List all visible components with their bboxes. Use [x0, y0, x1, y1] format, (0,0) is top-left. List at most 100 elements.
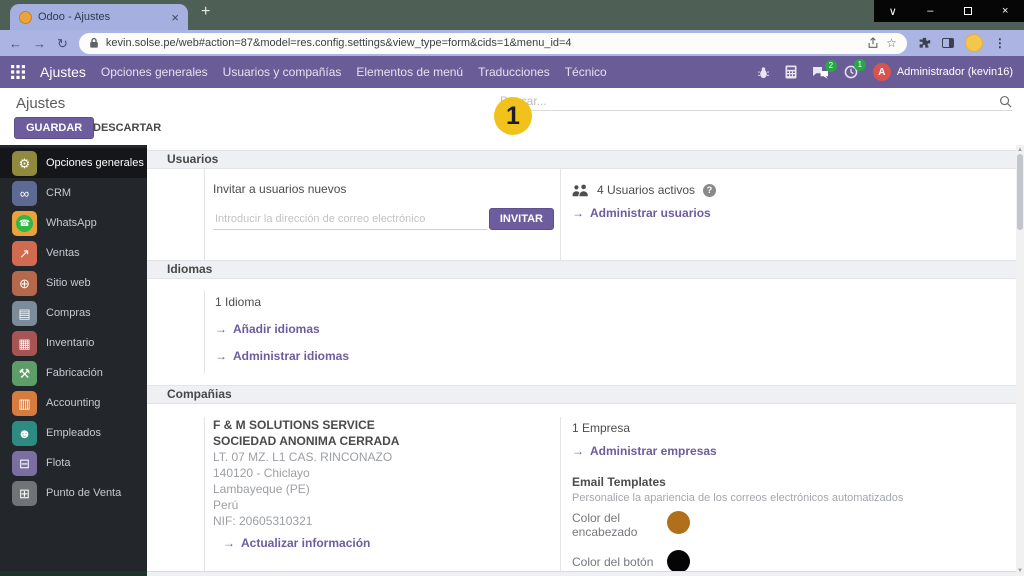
menu-traducciones[interactable]: Traducciones: [478, 65, 550, 79]
share-icon[interactable]: [867, 37, 879, 49]
save-button[interactable]: GUARDAR: [14, 117, 94, 139]
company-address-line: Lambayeque (PE): [213, 481, 554, 497]
menu-tecnico[interactable]: Técnico: [565, 65, 607, 79]
email-templates-desc: Personalice la apariencia de los correos…: [572, 492, 1016, 504]
tab-title: Odoo - Ajustes: [38, 11, 165, 23]
restore-button[interactable]: [949, 0, 987, 22]
employees-icon: ☻: [12, 421, 37, 446]
messages-badge: 2: [825, 60, 837, 72]
globe-icon: ⊕: [12, 271, 37, 296]
sidebar-item-punto-de-venta[interactable]: ⊞ Punto de Venta: [0, 478, 147, 508]
sidebar-item-empleados[interactable]: ☻ Empleados: [0, 418, 147, 448]
email-templates-title: Email Templates: [572, 475, 1016, 489]
tab-close-icon[interactable]: ×: [171, 11, 179, 24]
idiomas-block: 1 Idioma → Añadir idiomas → Administrar …: [147, 279, 1016, 385]
discard-button[interactable]: DESCARTAR: [93, 122, 161, 134]
url-text[interactable]: kevin.solse.pe/web#action=87&model=res.c…: [106, 37, 860, 49]
annotation-badge-1: 1: [494, 97, 532, 135]
apps-grid-icon[interactable]: [11, 65, 25, 79]
company-address-line: LT. 07 MZ. L1 CAS. RINCONAZO: [213, 449, 554, 465]
company-address-line: 140120 - Chiclayo: [213, 465, 554, 481]
link-arrow-icon: →: [215, 322, 227, 336]
manage-languages-link[interactable]: → Administrar idiomas: [215, 349, 1016, 363]
sidebar-item-inventario[interactable]: ▦ Inventario: [0, 328, 147, 358]
update-info-link[interactable]: → Actualizar información: [223, 536, 554, 550]
link-arrow-icon: →: [572, 206, 584, 220]
crm-icon: ∞: [12, 181, 37, 206]
active-users-box: 4 Usuarios activos ? → Administrar usuar…: [560, 169, 1016, 260]
content-scrollbar[interactable]: ▲ ▼: [1016, 145, 1024, 576]
messages-icon[interactable]: 2: [812, 66, 829, 79]
odoo-favicon: [19, 11, 32, 24]
link-arrow-icon: →: [215, 349, 227, 363]
search-icon[interactable]: [999, 95, 1012, 108]
settings-sidebar: ⚙ Opciones generales ∞ CRM ☎ WhatsApp ↗ …: [0, 145, 147, 576]
scroll-up-icon[interactable]: ▲: [1016, 147, 1024, 153]
idioma-count: 1 Idioma: [215, 291, 1016, 309]
sidebar-item-fabricacion[interactable]: ⚒ Fabricación: [0, 358, 147, 388]
tab-search-button[interactable]: ∨: [874, 0, 912, 22]
sidebar-item-whatsapp[interactable]: ☎ WhatsApp: [0, 208, 147, 238]
search-input[interactable]: Buscar...: [500, 92, 1012, 111]
forward-icon[interactable]: →: [33, 37, 46, 50]
activities-clock-icon[interactable]: 1: [844, 65, 858, 79]
help-icon[interactable]: ?: [703, 184, 716, 197]
users-icon: [572, 184, 589, 197]
add-languages-link[interactable]: → Añadir idiomas: [215, 322, 1016, 336]
workspace: ⚙ Opciones generales ∞ CRM ☎ WhatsApp ↗ …: [0, 145, 1024, 576]
bookmark-star-icon[interactable]: ☆: [886, 37, 897, 49]
link-arrow-icon: →: [572, 444, 584, 458]
address-bar[interactable]: kevin.solse.pe/web#action=87&model=res.c…: [79, 33, 907, 54]
sidebar-item-compras[interactable]: ▤ Compras: [0, 298, 147, 328]
button-color-swatch[interactable]: [667, 550, 690, 573]
minimize-button[interactable]: –: [912, 0, 950, 22]
company-summary-box: 1 Empresa → Administrar empresas Email T…: [560, 417, 1016, 573]
manage-users-link[interactable]: → Administrar usuarios: [572, 206, 1016, 220]
invite-users-box: Invitar a usuarios nuevos INVITAR: [204, 169, 554, 260]
company-count: 1 Empresa: [572, 417, 1016, 435]
sidebar-item-ventas[interactable]: ↗ Ventas: [0, 238, 147, 268]
section-companias: Compañias: [147, 385, 1016, 404]
browser-profile-avatar[interactable]: [965, 34, 983, 52]
menu-opciones-generales[interactable]: Opciones generales: [101, 65, 208, 79]
user-menu[interactable]: A Administrador (kevin16): [873, 63, 1013, 81]
header-color-swatch[interactable]: [667, 511, 690, 534]
lock-icon: [89, 37, 99, 49]
menu-usuarios-companias[interactable]: Usuarios y compañías: [223, 65, 342, 79]
companias-block: F & M SOLUTIONS SERVICE SOCIEDAD ANONIMA…: [147, 404, 1016, 573]
sidebar-item-crm[interactable]: ∞ CRM: [0, 178, 147, 208]
gear-icon: ⚙: [12, 151, 37, 176]
user-name: Administrador (kevin16): [897, 66, 1013, 78]
company-nif: NIF: 20605310321: [213, 513, 554, 529]
breadcrumb: Ajustes: [16, 95, 65, 112]
sidebar-item-sitio-web[interactable]: ⊕ Sitio web: [0, 268, 147, 298]
sidebar-item-accounting[interactable]: ▥ Accounting: [0, 388, 147, 418]
ledger-icon: ▥: [12, 391, 37, 416]
manage-companies-link[interactable]: → Administrar empresas: [572, 444, 1016, 458]
window-controls: ∨ – ×: [874, 0, 1024, 22]
restore-icon: [964, 7, 972, 15]
browser-tabstrip: Odoo - Ajustes × + ∨ – ×: [0, 0, 1024, 30]
activities-badge: 1: [854, 59, 866, 71]
scroll-down-icon[interactable]: ▼: [1016, 568, 1024, 574]
sidebar-item-opciones-generales[interactable]: ⚙ Opciones generales: [0, 148, 147, 178]
menu-elementos-menu[interactable]: Elementos de menú: [356, 65, 463, 79]
invite-button[interactable]: INVITAR: [489, 208, 554, 230]
back-icon[interactable]: ←: [9, 37, 22, 50]
reload-icon[interactable]: ↻: [57, 37, 68, 50]
section-usuarios: Usuarios: [147, 150, 1016, 169]
browser-menu-icon[interactable]: ⋮: [994, 36, 1006, 50]
settings-header: Ajustes GUARDAR DESCARTAR Buscar... 1: [0, 88, 1024, 145]
invite-email-input[interactable]: [213, 208, 487, 230]
close-button[interactable]: ×: [987, 0, 1024, 22]
sidebar-item-flota[interactable]: ⊟ Flota: [0, 448, 147, 478]
calculator-icon[interactable]: [785, 65, 797, 79]
debug-bug-icon[interactable]: [757, 66, 770, 79]
scrollbar-thumb[interactable]: [1017, 154, 1023, 230]
extensions-puzzle-icon[interactable]: [918, 37, 931, 50]
app-title[interactable]: Ajustes: [40, 64, 86, 80]
company-name-2: SOCIEDAD ANONIMA CERRADA: [213, 433, 554, 449]
side-panel-icon[interactable]: [942, 38, 954, 48]
browser-tab[interactable]: Odoo - Ajustes ×: [10, 4, 188, 30]
new-tab-button[interactable]: +: [201, 3, 210, 21]
